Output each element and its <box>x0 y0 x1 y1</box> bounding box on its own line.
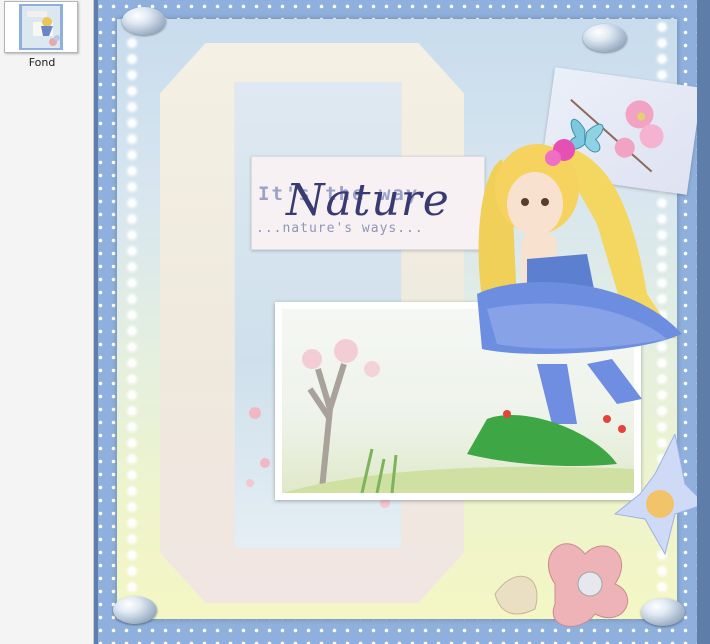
jewel-brad-bottom-left <box>113 596 157 624</box>
background-paper: It's the way ...nature's ways... Nature <box>117 19 706 627</box>
jewel-brad-top-left <box>122 7 166 35</box>
fairy-illustration <box>467 139 682 466</box>
layers-panel: Fond <box>0 0 94 644</box>
viewport-border <box>94 0 98 644</box>
jewel-brad-top-right <box>583 24 627 52</box>
layer-thumbnail[interactable] <box>4 1 78 53</box>
layer-thumbnail-image <box>5 2 77 52</box>
layer-label[interactable]: Fond <box>0 56 84 69</box>
lace-border-left <box>121 19 143 619</box>
vertical-scrollbar[interactable] <box>697 0 710 644</box>
fairy-figure <box>417 134 687 474</box>
jewel-brad-bottom-right <box>641 598 685 626</box>
canvas-viewport[interactable]: It's the way ...nature's ways... Nature <box>94 0 710 644</box>
